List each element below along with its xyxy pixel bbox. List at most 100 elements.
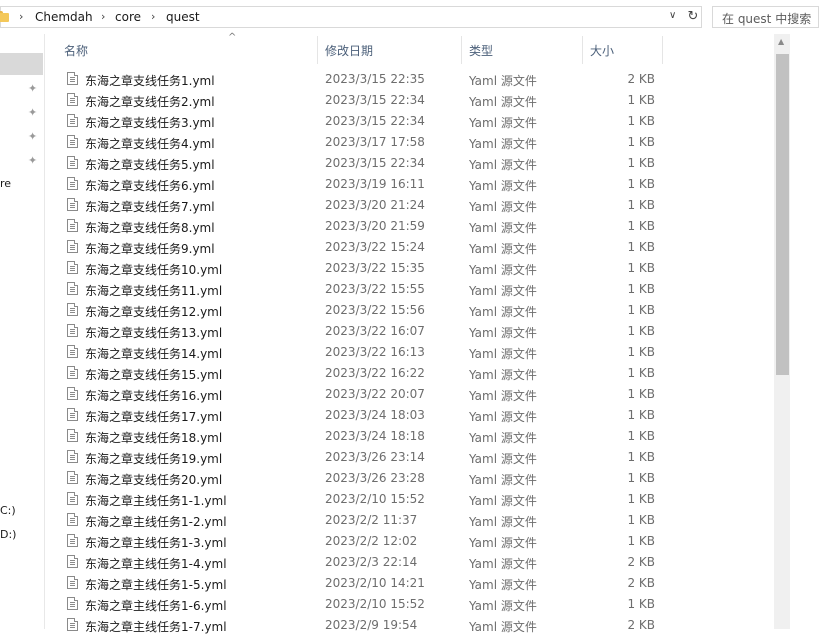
file-size: 1 KB <box>627 93 655 107</box>
file-row[interactable]: 东海之章支线任务11.yml 2023/3/22 15:55 Yaml 源文件 1 K… <box>45 278 773 299</box>
pin-icon: ✦ <box>28 154 38 167</box>
file-date: 2023/3/15 22:35 <box>325 72 425 86</box>
file-row[interactable]: 东海之章支线任务1.yml 2023/3/15 22:35 Yaml 源文件 2 KB <box>45 68 773 89</box>
file-row[interactable]: 东海之章主线任务1-7.yml 2023/2/9 19:54 Yaml 源文件 2 K… <box>45 614 773 635</box>
file-row[interactable]: 东海之章支线任务5.yml 2023/3/15 22:34 Yaml 源文件 1 KB <box>45 152 773 173</box>
file-size: 1 KB <box>627 114 655 128</box>
file-row[interactable]: 东海之章主线任务1-6.yml 2023/2/10 15:52 Yaml 源文件 1 … <box>45 593 773 614</box>
yaml-file-icon <box>67 261 78 274</box>
file-row[interactable]: 东海之章支线任务20.yml 2023/3/26 23:28 Yaml 源文件 1 K… <box>45 467 773 488</box>
yaml-file-icon <box>67 240 78 253</box>
file-type: Yaml 源文件 <box>469 200 537 214</box>
nav-item-selected[interactable] <box>0 53 43 75</box>
yaml-file-icon <box>67 93 78 106</box>
file-row[interactable]: 东海之章主线任务1-5.yml 2023/2/10 14:21 Yaml 源文件 2 … <box>45 572 773 593</box>
file-row[interactable]: 东海之章支线任务19.yml 2023/3/26 23:14 Yaml 源文件 1 K… <box>45 446 773 467</box>
column-divider[interactable] <box>317 36 318 64</box>
file-date: 2023/2/3 22:14 <box>325 555 418 569</box>
file-row[interactable]: 东海之章支线任务17.yml 2023/3/24 18:03 Yaml 源文件 1 K… <box>45 404 773 425</box>
file-row[interactable]: 东海之章支线任务8.yml 2023/3/20 21:59 Yaml 源文件 1 KB <box>45 215 773 236</box>
address-bar[interactable]: › Chemdah › core › quest ∨ ↻ <box>0 6 702 28</box>
file-row[interactable]: 东海之章支线任务14.yml 2023/3/22 16:13 Yaml 源文件 1 K… <box>45 341 773 362</box>
file-row[interactable]: 东海之章支线任务13.yml 2023/3/22 16:07 Yaml 源文件 1 K… <box>45 320 773 341</box>
file-name: 东海之章支线任务18.yml <box>85 431 223 445</box>
column-header-name[interactable]: 名称 <box>64 42 88 59</box>
nav-item-label[interactable]: re <box>0 177 11 190</box>
file-row[interactable]: 东海之章支线任务9.yml 2023/3/22 15:24 Yaml 源文件 1 KB <box>45 236 773 257</box>
file-name: 东海之章支线任务20.yml <box>85 473 223 487</box>
nav-drive-c[interactable]: C:) <box>0 504 16 517</box>
breadcrumb-separator[interactable]: › <box>151 10 155 23</box>
column-divider[interactable] <box>582 36 583 64</box>
file-name: 东海之章支线任务14.yml <box>85 347 223 361</box>
file-date: 2023/2/10 15:52 <box>325 597 425 611</box>
file-row[interactable]: 东海之章主线任务1-4.yml 2023/2/3 22:14 Yaml 源文件 2 K… <box>45 551 773 572</box>
file-size: 1 KB <box>627 492 655 506</box>
file-type: Yaml 源文件 <box>469 578 537 592</box>
file-type: Yaml 源文件 <box>469 263 537 277</box>
pin-icon: ✦ <box>28 130 38 143</box>
file-row[interactable]: 东海之章支线任务12.yml 2023/3/22 15:56 Yaml 源文件 1 K… <box>45 299 773 320</box>
column-header-type[interactable]: 类型 <box>469 42 493 59</box>
file-size: 1 KB <box>627 387 655 401</box>
file-row[interactable]: 东海之章主线任务1-1.yml 2023/2/10 15:52 Yaml 源文件 1 … <box>45 488 773 509</box>
chevron-down-icon[interactable]: ∨ <box>669 10 676 21</box>
file-date: 2023/3/22 16:07 <box>325 324 425 338</box>
file-size: 1 KB <box>627 282 655 296</box>
file-list: 东海之章支线任务1.yml 2023/3/15 22:35 Yaml 源文件 2 KB… <box>45 68 773 635</box>
file-row[interactable]: 东海之章支线任务15.yml 2023/3/22 16:22 Yaml 源文件 1 K… <box>45 362 773 383</box>
file-name: 东海之章支线任务17.yml <box>85 410 223 424</box>
vertical-scrollbar[interactable]: ▲ <box>774 34 790 629</box>
scroll-up-icon[interactable]: ▲ <box>778 37 784 46</box>
breadcrumb-separator[interactable]: › <box>101 10 105 23</box>
file-row[interactable]: 东海之章主线任务1-2.yml 2023/2/2 11:37 Yaml 源文件 1 K… <box>45 509 773 530</box>
file-name: 东海之章支线任务11.yml <box>85 284 223 298</box>
breadcrumb-chemdah[interactable]: Chemdah <box>35 10 93 24</box>
breadcrumb-core[interactable]: core <box>115 10 141 24</box>
file-date: 2023/3/22 15:55 <box>325 282 425 296</box>
file-date: 2023/3/26 23:28 <box>325 471 425 485</box>
search-input[interactable]: 在 quest 中搜索 <box>712 6 819 28</box>
file-size: 1 KB <box>627 303 655 317</box>
breadcrumb-separator: › <box>19 10 24 23</box>
file-size: 1 KB <box>627 597 655 611</box>
file-row[interactable]: 东海之章支线任务10.yml 2023/3/22 15:35 Yaml 源文件 1 K… <box>45 257 773 278</box>
file-name: 东海之章支线任务1.yml <box>85 74 215 88</box>
column-divider[interactable] <box>662 36 663 64</box>
file-row[interactable]: 东海之章支线任务4.yml 2023/3/17 17:58 Yaml 源文件 1 KB <box>45 131 773 152</box>
file-type: Yaml 源文件 <box>469 179 537 193</box>
file-row[interactable]: 东海之章支线任务18.yml 2023/3/24 18:18 Yaml 源文件 1 K… <box>45 425 773 446</box>
file-row[interactable]: 东海之章支线任务16.yml 2023/3/22 20:07 Yaml 源文件 1 K… <box>45 383 773 404</box>
file-size: 1 KB <box>627 366 655 380</box>
file-name: 东海之章主线任务1-6.yml <box>85 599 227 613</box>
refresh-icon[interactable]: ↻ <box>685 9 701 25</box>
yaml-file-icon <box>67 576 78 589</box>
file-type: Yaml 源文件 <box>469 116 537 130</box>
pin-icon: ✦ <box>28 106 38 119</box>
file-name: 东海之章主线任务1-2.yml <box>85 515 227 529</box>
column-divider[interactable] <box>461 36 462 64</box>
file-row[interactable]: 东海之章支线任务7.yml 2023/3/20 21:24 Yaml 源文件 1 KB <box>45 194 773 215</box>
yaml-file-icon <box>67 114 78 127</box>
column-header-bar: ^ 名称 修改日期 类型 大小 <box>45 32 775 64</box>
column-header-size[interactable]: 大小 <box>590 42 614 59</box>
file-row[interactable]: 东海之章支线任务6.yml 2023/3/19 16:11 Yaml 源文件 1 KB <box>45 173 773 194</box>
file-row[interactable]: 东海之章支线任务3.yml 2023/3/15 22:34 Yaml 源文件 1 KB <box>45 110 773 131</box>
file-type: Yaml 源文件 <box>469 620 537 634</box>
file-size: 2 KB <box>627 576 655 590</box>
file-date: 2023/3/22 15:35 <box>325 261 425 275</box>
scrollbar-thumb[interactable] <box>776 54 789 375</box>
file-type: Yaml 源文件 <box>469 158 537 172</box>
yaml-file-icon <box>67 471 78 484</box>
file-type: Yaml 源文件 <box>469 389 537 403</box>
file-row[interactable]: 东海之章支线任务2.yml 2023/3/15 22:34 Yaml 源文件 1 KB <box>45 89 773 110</box>
file-date: 2023/3/22 15:56 <box>325 303 425 317</box>
nav-drive-d[interactable]: D:) <box>0 528 16 541</box>
file-row[interactable]: 东海之章主线任务1-3.yml 2023/2/2 12:02 Yaml 源文件 1 K… <box>45 530 773 551</box>
column-header-date[interactable]: 修改日期 <box>325 42 373 59</box>
yaml-file-icon <box>67 387 78 400</box>
breadcrumb-quest[interactable]: quest <box>166 10 200 24</box>
file-date: 2023/3/24 18:03 <box>325 408 425 422</box>
file-name: 东海之章主线任务1-4.yml <box>85 557 227 571</box>
yaml-file-icon <box>67 72 78 85</box>
